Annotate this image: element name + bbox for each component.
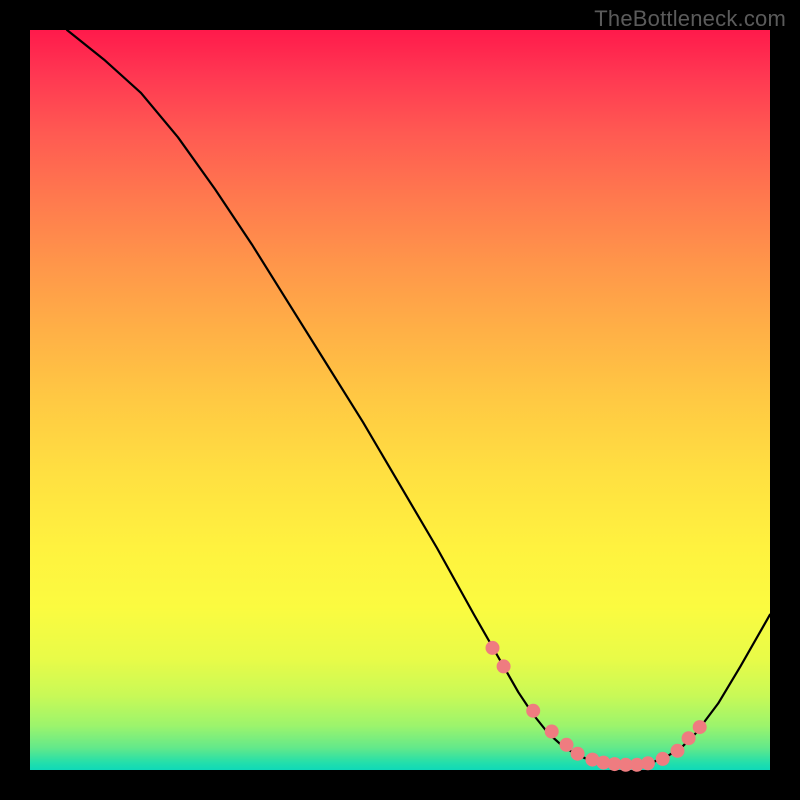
marker-dot — [671, 744, 685, 758]
chart-frame: TheBottleneck.com — [0, 0, 800, 800]
marker-dot — [526, 704, 540, 718]
marker-dot — [693, 720, 707, 734]
marker-dot — [486, 641, 500, 655]
marker-dot — [641, 756, 655, 770]
bottleneck-curve — [67, 30, 770, 766]
plot-area — [30, 30, 770, 770]
watermark-text: TheBottleneck.com — [594, 6, 786, 32]
marker-dot — [571, 747, 585, 761]
marker-dot — [560, 738, 574, 752]
marker-dot — [656, 752, 670, 766]
marker-dot — [682, 731, 696, 745]
highlight-markers — [486, 641, 707, 772]
marker-dot — [545, 725, 559, 739]
chart-svg — [30, 30, 770, 770]
marker-dot — [497, 659, 511, 673]
